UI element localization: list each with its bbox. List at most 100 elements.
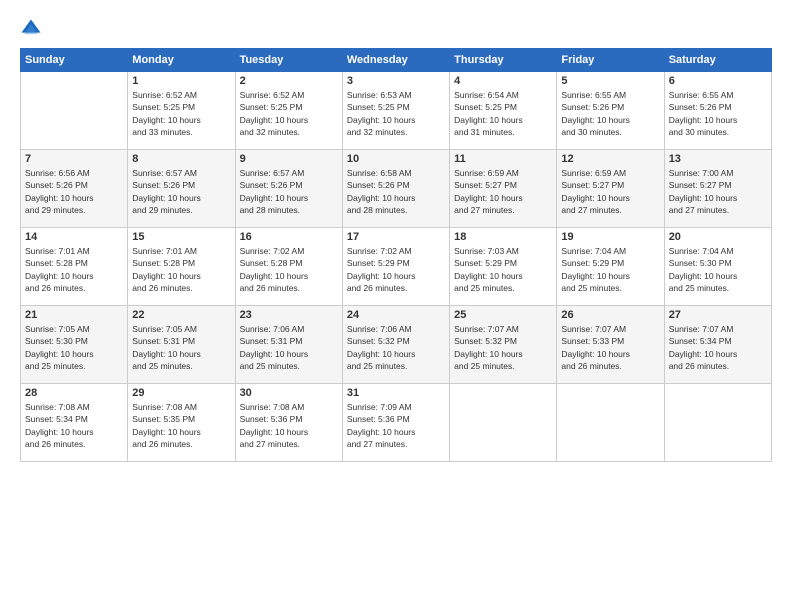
day-cell: 12 Sunrise: 6:59 AM Sunset: 5:27 PM Dayli…: [557, 150, 664, 228]
weekday-header-tuesday: Tuesday: [235, 49, 342, 72]
day-number: 30: [240, 387, 338, 399]
day-info: Sunrise: 7:06 AM Sunset: 5:31 PM Dayligh…: [240, 323, 338, 372]
day-cell: 16 Sunrise: 7:02 AM Sunset: 5:28 PM Dayli…: [235, 228, 342, 306]
day-cell: 30 Sunrise: 7:08 AM Sunset: 5:36 PM Dayli…: [235, 384, 342, 462]
day-cell: 23 Sunrise: 7:06 AM Sunset: 5:31 PM Dayli…: [235, 306, 342, 384]
day-info: Sunrise: 7:06 AM Sunset: 5:32 PM Dayligh…: [347, 323, 445, 372]
day-cell: 13Sunrise: 7:00 AM Sunset: 5:27 PM Dayli…: [664, 150, 771, 228]
day-cell: 3 Sunrise: 6:53 AM Sunset: 5:25 PM Daylig…: [342, 72, 449, 150]
weekday-header-sunday: Sunday: [21, 49, 128, 72]
day-number: 6: [669, 75, 767, 87]
day-number: 13: [669, 153, 767, 165]
day-info: Sunrise: 6:56 AM Sunset: 5:26 PM Dayligh…: [25, 167, 123, 216]
day-info: Sunrise: 6:54 AM Sunset: 5:25 PM Dayligh…: [454, 89, 552, 138]
day-cell: 4Sunrise: 6:54 AM Sunset: 5:25 PM Daylig…: [450, 72, 557, 150]
day-number: 14: [25, 231, 123, 243]
day-number: 25: [454, 309, 552, 321]
day-cell: [557, 384, 664, 462]
day-info: Sunrise: 6:58 AM Sunset: 5:26 PM Dayligh…: [347, 167, 445, 216]
day-number: 3: [347, 75, 445, 87]
day-number: 24: [347, 309, 445, 321]
day-info: Sunrise: 7:09 AM Sunset: 5:36 PM Dayligh…: [347, 401, 445, 450]
header: [20, 18, 772, 40]
day-info: Sunrise: 7:04 AM Sunset: 5:30 PM Dayligh…: [669, 245, 767, 294]
day-info: Sunrise: 6:59 AM Sunset: 5:27 PM Dayligh…: [454, 167, 552, 216]
day-number: 11: [454, 153, 552, 165]
day-cell: [664, 384, 771, 462]
day-cell: 8 Sunrise: 6:57 AM Sunset: 5:26 PM Daylig…: [128, 150, 235, 228]
day-info: Sunrise: 7:05 AM Sunset: 5:30 PM Dayligh…: [25, 323, 123, 372]
logo-icon: [20, 18, 42, 40]
day-cell: 2Sunrise: 6:52 AM Sunset: 5:25 PM Daylig…: [235, 72, 342, 150]
weekday-header-row: SundayMondayTuesdayWednesdayThursdayFrid…: [21, 49, 772, 72]
day-number: 23: [240, 309, 338, 321]
day-number: 1: [132, 75, 230, 87]
day-cell: 11 Sunrise: 6:59 AM Sunset: 5:27 PM Dayli…: [450, 150, 557, 228]
day-cell: 14 Sunrise: 7:01 AM Sunset: 5:28 PM Dayli…: [21, 228, 128, 306]
weekday-header-wednesday: Wednesday: [342, 49, 449, 72]
day-number: 8: [132, 153, 230, 165]
day-number: 21: [25, 309, 123, 321]
day-number: 20: [669, 231, 767, 243]
day-number: 9: [240, 153, 338, 165]
day-number: 16: [240, 231, 338, 243]
weekday-header-thursday: Thursday: [450, 49, 557, 72]
logo: [20, 18, 46, 40]
day-info: Sunrise: 7:01 AM Sunset: 5:28 PM Dayligh…: [25, 245, 123, 294]
day-cell: 27 Sunrise: 7:07 AM Sunset: 5:34 PM Dayli…: [664, 306, 771, 384]
day-cell: 18 Sunrise: 7:03 AM Sunset: 5:29 PM Dayli…: [450, 228, 557, 306]
day-number: 18: [454, 231, 552, 243]
day-number: 17: [347, 231, 445, 243]
day-info: Sunrise: 7:01 AM Sunset: 5:28 PM Dayligh…: [132, 245, 230, 294]
day-info: Sunrise: 7:07 AM Sunset: 5:34 PM Dayligh…: [669, 323, 767, 372]
day-info: Sunrise: 6:57 AM Sunset: 5:26 PM Dayligh…: [132, 167, 230, 216]
day-info: Sunrise: 6:59 AM Sunset: 5:27 PM Dayligh…: [561, 167, 659, 216]
day-number: 22: [132, 309, 230, 321]
day-info: Sunrise: 7:03 AM Sunset: 5:29 PM Dayligh…: [454, 245, 552, 294]
day-number: 15: [132, 231, 230, 243]
weekday-header-saturday: Saturday: [664, 49, 771, 72]
day-number: 10: [347, 153, 445, 165]
day-cell: 31 Sunrise: 7:09 AM Sunset: 5:36 PM Dayli…: [342, 384, 449, 462]
day-info: Sunrise: 7:04 AM Sunset: 5:29 PM Dayligh…: [561, 245, 659, 294]
day-cell: 29 Sunrise: 7:08 AM Sunset: 5:35 PM Dayli…: [128, 384, 235, 462]
day-info: Sunrise: 7:02 AM Sunset: 5:28 PM Dayligh…: [240, 245, 338, 294]
day-info: Sunrise: 6:52 AM Sunset: 5:25 PM Dayligh…: [132, 89, 230, 138]
day-cell: 10 Sunrise: 6:58 AM Sunset: 5:26 PM Dayli…: [342, 150, 449, 228]
day-cell: 22Sunrise: 7:05 AM Sunset: 5:31 PM Dayli…: [128, 306, 235, 384]
day-cell: 9Sunrise: 6:57 AM Sunset: 5:26 PM Daylig…: [235, 150, 342, 228]
day-info: Sunrise: 7:07 AM Sunset: 5:32 PM Dayligh…: [454, 323, 552, 372]
day-number: 26: [561, 309, 659, 321]
day-info: Sunrise: 7:08 AM Sunset: 5:34 PM Dayligh…: [25, 401, 123, 450]
weekday-header-friday: Friday: [557, 49, 664, 72]
day-cell: 19 Sunrise: 7:04 AM Sunset: 5:29 PM Dayli…: [557, 228, 664, 306]
day-cell: 26 Sunrise: 7:07 AM Sunset: 5:33 PM Dayli…: [557, 306, 664, 384]
week-row-1: 1 Sunrise: 6:52 AM Sunset: 5:25 PM Daylig…: [21, 72, 772, 150]
day-number: 12: [561, 153, 659, 165]
day-info: Sunrise: 7:02 AM Sunset: 5:29 PM Dayligh…: [347, 245, 445, 294]
day-cell: 28Sunrise: 7:08 AM Sunset: 5:34 PM Dayli…: [21, 384, 128, 462]
day-info: Sunrise: 7:07 AM Sunset: 5:33 PM Dayligh…: [561, 323, 659, 372]
day-number: 19: [561, 231, 659, 243]
week-row-2: 7Sunrise: 6:56 AM Sunset: 5:26 PM Daylig…: [21, 150, 772, 228]
day-cell: [450, 384, 557, 462]
day-info: Sunrise: 6:52 AM Sunset: 5:25 PM Dayligh…: [240, 89, 338, 138]
day-number: 29: [132, 387, 230, 399]
day-number: 5: [561, 75, 659, 87]
day-cell: 21 Sunrise: 7:05 AM Sunset: 5:30 PM Dayli…: [21, 306, 128, 384]
day-cell: 25 Sunrise: 7:07 AM Sunset: 5:32 PM Dayli…: [450, 306, 557, 384]
day-info: Sunrise: 6:55 AM Sunset: 5:26 PM Dayligh…: [669, 89, 767, 138]
day-cell: 15 Sunrise: 7:01 AM Sunset: 5:28 PM Dayli…: [128, 228, 235, 306]
day-info: Sunrise: 6:53 AM Sunset: 5:25 PM Dayligh…: [347, 89, 445, 138]
day-cell: 7Sunrise: 6:56 AM Sunset: 5:26 PM Daylig…: [21, 150, 128, 228]
page: SundayMondayTuesdayWednesdayThursdayFrid…: [0, 0, 792, 612]
day-number: 27: [669, 309, 767, 321]
day-cell: 20 Sunrise: 7:04 AM Sunset: 5:30 PM Dayli…: [664, 228, 771, 306]
day-cell: 17 Sunrise: 7:02 AM Sunset: 5:29 PM Dayli…: [342, 228, 449, 306]
day-cell: 6 Sunrise: 6:55 AM Sunset: 5:26 PM Daylig…: [664, 72, 771, 150]
day-info: Sunrise: 7:08 AM Sunset: 5:36 PM Dayligh…: [240, 401, 338, 450]
week-row-4: 21 Sunrise: 7:05 AM Sunset: 5:30 PM Dayli…: [21, 306, 772, 384]
calendar-table: SundayMondayTuesdayWednesdayThursdayFrid…: [20, 48, 772, 462]
day-number: 31: [347, 387, 445, 399]
day-info: Sunrise: 7:08 AM Sunset: 5:35 PM Dayligh…: [132, 401, 230, 450]
